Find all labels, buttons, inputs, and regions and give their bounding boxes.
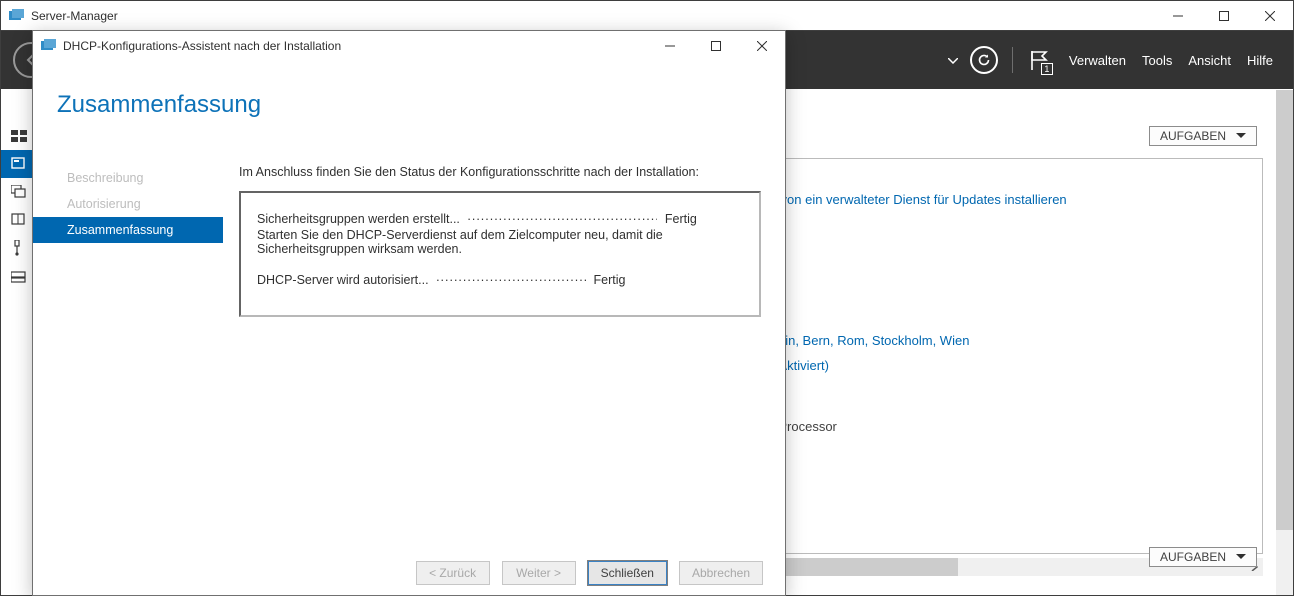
toolbar-divider — [1012, 47, 1013, 73]
wizard-step-zusammenfassung[interactable]: Zusammenfassung — [33, 217, 223, 243]
result-line: Starten Sie den DHCP-Serverdienst auf de… — [257, 228, 743, 256]
tasks-label: AUFGABEN — [1160, 550, 1226, 564]
v-scroll-thumb[interactable] — [1276, 90, 1293, 530]
menu-ansicht[interactable]: Ansicht — [1188, 53, 1231, 68]
result-status: Fertig — [665, 212, 697, 226]
close-button[interactable]: Schließen — [588, 561, 667, 585]
chevron-down-icon — [1236, 554, 1246, 560]
result-line: DHCP-Server wird autorisiert... ........… — [257, 270, 743, 287]
cancel-button: Abbrechen — [679, 561, 763, 585]
dots: ........................................… — [436, 270, 586, 284]
dots: ........................................… — [467, 209, 657, 223]
chevron-down-icon[interactable] — [948, 53, 958, 67]
dialog-maximize-button[interactable] — [693, 31, 739, 61]
result-text: DHCP-Server wird autorisiert... — [257, 273, 429, 287]
v-scrollbar[interactable] — [1276, 90, 1293, 595]
next-button: Weiter > — [502, 561, 576, 585]
main-title: Server-Manager — [31, 9, 1155, 23]
main-menu: Verwalten Tools Ansicht Hilfe — [1069, 53, 1273, 68]
back-button: < Zurück — [416, 561, 490, 585]
app-icon — [41, 39, 57, 53]
refresh-button[interactable] — [970, 46, 998, 74]
dialog-heading: Zusammenfassung — [57, 91, 785, 119]
dhcp-config-dialog: DHCP-Konfigurations-Assistent nach der I… — [32, 30, 786, 596]
notifications-count: 1 — [1041, 63, 1053, 75]
minimize-button[interactable] — [1155, 1, 1201, 30]
result-line: Sicherheitsgruppen werden erstellt... ..… — [257, 209, 743, 226]
result-status: Fertig — [594, 273, 626, 287]
dialog-close-button[interactable] — [739, 31, 785, 61]
wizard-step-beschreibung[interactable]: Beschreibung — [33, 165, 223, 191]
tasks-dropdown-bottom[interactable]: AUFGABEN — [1149, 547, 1257, 567]
wizard-step-autorisierung[interactable]: Autorisierung — [33, 191, 223, 217]
dialog-titlebar: DHCP-Konfigurations-Assistent nach der I… — [33, 31, 785, 61]
toolbar-right: 1 Verwalten Tools Ansicht Hilfe — [940, 45, 1293, 75]
notifications-flag[interactable]: 1 — [1023, 45, 1053, 75]
close-button[interactable] — [1247, 1, 1293, 30]
wizard-content: Im Anschluss finden Sie den Status der K… — [223, 141, 785, 549]
dialog-body: Beschreibung Autorisierung Zusammenfassu… — [33, 141, 785, 549]
chevron-down-icon — [1236, 133, 1246, 139]
menu-tools[interactable]: Tools — [1142, 53, 1172, 68]
result-text: Sicherheitsgruppen werden erstellt... — [257, 212, 460, 226]
app-icon — [9, 9, 25, 23]
wizard-steps: Beschreibung Autorisierung Zusammenfassu… — [33, 141, 223, 549]
tasks-label: AUFGABEN — [1160, 129, 1226, 143]
dialog-buttons: < Zurück Weiter > Schließen Abbrechen — [33, 561, 785, 585]
wizard-intro: Im Anschluss finden Sie den Status der K… — [239, 165, 761, 179]
main-titlebar: Server-Manager — [1, 1, 1293, 31]
result-box: Sicherheitsgruppen werden erstellt... ..… — [239, 191, 761, 317]
tasks-dropdown-top[interactable]: AUFGABEN — [1149, 126, 1257, 146]
dialog-title: DHCP-Konfigurations-Assistent nach der I… — [63, 39, 647, 53]
menu-verwalten[interactable]: Verwalten — [1069, 53, 1126, 68]
dialog-minimize-button[interactable] — [647, 31, 693, 61]
menu-hilfe[interactable]: Hilfe — [1247, 53, 1273, 68]
maximize-button[interactable] — [1201, 1, 1247, 30]
